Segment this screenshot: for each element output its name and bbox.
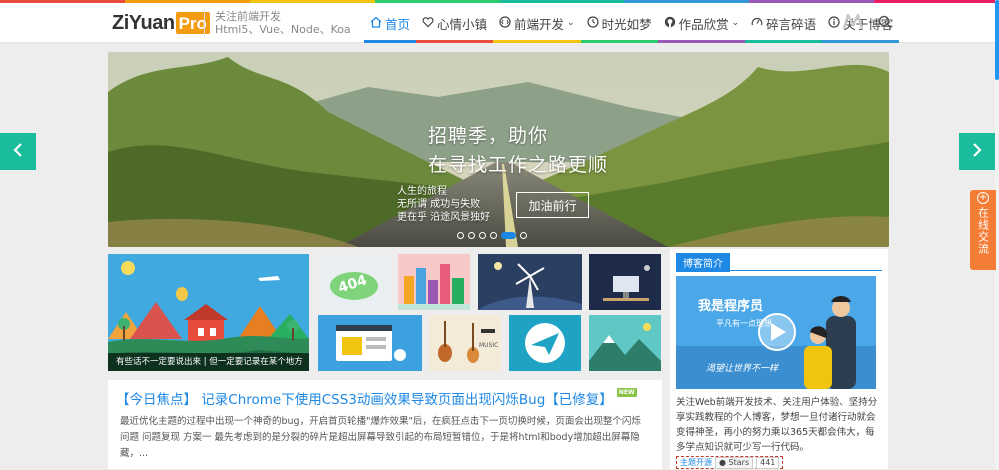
banner-title-line-2: 在寻找工作之路更顺 <box>428 154 609 176</box>
banner-cta-button[interactable]: 加油前行 <box>516 192 589 218</box>
carousel-dot[interactable] <box>501 232 516 239</box>
nav-works[interactable]: 作品欣赏 ⌄ <box>657 3 746 43</box>
online-chat-tab[interactable]: + 在线交流 <box>970 190 996 270</box>
feature-caption: 有些话不一定要说出来 | 但一定要记录在某个地方 <box>108 353 309 371</box>
nav-underline <box>493 40 581 43</box>
stars-button[interactable]: ● Stars <box>715 456 754 469</box>
post-title[interactable]: 【今日焦点】 记录Chrome下使用CSS3动画效果导致页面出现闪烁Bug【已修… <box>116 388 637 408</box>
svg-text:MUSIC: MUSIC <box>479 342 498 349</box>
thumb-404[interactable]: 404 <box>318 254 390 310</box>
nav-whisper[interactable]: 碎言碎语 <box>745 3 823 43</box>
code-icon <box>499 15 511 31</box>
hero-carousel[interactable]: 招聘季，助你 在寻找工作之路更顺 人生的旅程 无所谓 成功与失败 更在乎 沿途风… <box>108 52 889 247</box>
plus-icon: + <box>977 192 989 204</box>
carousel-dot[interactable] <box>479 232 486 239</box>
post-excerpt: 最近优化主题的过程中出现一个神奇的bug，开启首页轮播"爆炸效果"后，在疯狂点击… <box>120 416 641 459</box>
heart-icon <box>422 16 434 31</box>
stars-label: Stars <box>728 457 750 467</box>
carousel-dot[interactable] <box>520 232 527 239</box>
gauge-icon <box>751 16 763 31</box>
scrollbar-thumb[interactable] <box>995 0 999 80</box>
nav-label: 碎言碎语 <box>766 16 817 32</box>
nav-underline <box>657 40 746 43</box>
banner-subtitle: 人生的旅程 无所谓 成功与失败 更在乎 沿途风景独好 <box>397 185 490 224</box>
thumb-plane[interactable] <box>509 315 581 371</box>
stars-count: 441 <box>756 456 780 469</box>
slogan-line-1: 关注前端开发 <box>215 10 281 23</box>
widget-divider <box>676 270 882 271</box>
github-icon: ● <box>719 457 726 467</box>
nav-label: 时光如梦 <box>601 16 652 32</box>
carousel-dot[interactable] <box>468 232 475 239</box>
banner-sub-line-2: 无所谓 成功与失败 <box>397 199 481 210</box>
nav-label: 前端开发 <box>514 16 565 32</box>
nav-label: 作品欣赏 <box>678 16 729 32</box>
github-stars-widget[interactable]: 主题开源 ● Stars 441 <box>676 455 784 470</box>
nav-label: 首页 <box>385 16 411 32</box>
carousel-dot[interactable] <box>457 232 464 239</box>
search-icon[interactable] <box>878 14 894 30</box>
site-slogan: 关注前端开发 Html5、Vue、Node、Koa <box>204 10 351 36</box>
home-icon <box>370 16 382 31</box>
thumb-city[interactable] <box>398 254 470 310</box>
nav-underline <box>416 40 494 43</box>
nav-underline <box>364 40 417 43</box>
nav-home[interactable]: 首页 <box>364 3 417 43</box>
thumb-mountains[interactable] <box>589 315 661 371</box>
banner-title: 招聘季，助你 在寻找工作之路更顺 <box>428 122 608 180</box>
nav-time[interactable]: 时光如梦 <box>580 3 658 43</box>
open-source-link[interactable]: 主题开源 <box>680 455 712 470</box>
thumbnail-grid: 404 MUSIC <box>318 254 662 371</box>
nav-underline <box>580 40 658 43</box>
intro-illustration: 我是程序员 平凡有一点理想 渴望让世界不一样 <box>676 276 876 389</box>
banner-sub-line-1: 人生的旅程 <box>397 186 447 197</box>
new-badge: NEW <box>616 388 637 397</box>
carousel-dots <box>457 232 527 239</box>
carousel-next-button[interactable] <box>959 133 995 170</box>
carousel-dot[interactable] <box>490 232 497 239</box>
post-card: 【今日焦点】 记录Chrome下使用CSS3动画效果导致页面出现闪烁Bug【已修… <box>108 380 662 469</box>
header-tools <box>842 11 894 33</box>
info-icon <box>828 15 840 31</box>
chevron-right-icon <box>971 142 983 161</box>
chevron-down-icon: ⌄ <box>567 18 575 28</box>
clock-icon <box>586 15 599 31</box>
nav-mood[interactable]: 心情小镇 <box>416 3 494 43</box>
post-title-text: 【今日焦点】 记录Chrome下使用CSS3动画效果导致页面出现闪烁Bug【已修… <box>116 392 613 408</box>
banner-sub-line-3: 更在乎 沿途风景独好 <box>397 212 491 223</box>
online-chat-label: 在线交流 <box>976 207 990 255</box>
main-nav: 首页 心情小镇 前端开发 ⌄ 时光如梦 作品欣赏 ⌄ 碎言碎语 关于博客 <box>364 3 900 43</box>
logo-text: ZiYuan <box>112 11 175 34</box>
thumb-music[interactable]: MUSIC <box>429 315 501 371</box>
banner-title-line-1: 招聘季，助你 <box>428 125 549 147</box>
github-icon <box>664 16 676 31</box>
blog-intro-widget: 博客简介 我是程序员 平凡有一点理想 渴望让世界不一样 关注Web前端开发技术、… <box>670 249 888 469</box>
site-header: ZiYuan Pro 关注前端开发 Html5、Vue、Node、Koa 首页 … <box>0 3 999 43</box>
intro-video-thumbnail[interactable]: 我是程序员 平凡有一点理想 渴望让世界不一样 <box>676 276 876 389</box>
chevron-left-icon <box>12 142 24 161</box>
chevron-down-icon: ⌄ <box>731 18 740 28</box>
thumb-desk[interactable] <box>589 254 661 310</box>
image-title: 我是程序员 <box>698 298 763 314</box>
slogan-line-2: Html5、Vue、Node、Koa <box>215 23 351 36</box>
nav-underline <box>822 40 900 43</box>
nav-underline <box>745 40 823 43</box>
thumb-browser[interactable] <box>318 315 422 371</box>
nav-frontend[interactable]: 前端开发 ⌄ <box>493 3 581 43</box>
image-slogan: 渴望让世界不一样 <box>706 363 779 374</box>
thumb-windmill[interactable] <box>478 254 582 310</box>
intro-paragraph: 关注Web前端开发技术、关注用户体验、坚持分享实践教程的个人博客，梦想一旦付诸行… <box>676 397 878 453</box>
carousel-prev-button[interactable] <box>0 133 36 170</box>
featured-post-image[interactable]: 有些话不一定要说出来 | 但一定要记录在某个地方 <box>108 254 309 371</box>
intro-text: 关注Web前端开发技术、关注用户体验、坚持分享实践教程的个人博客，梦想一旦付诸行… <box>676 395 884 470</box>
m-logo-icon[interactable] <box>842 11 864 33</box>
nav-label: 心情小镇 <box>437 16 488 32</box>
site-logo[interactable]: ZiYuan Pro <box>112 11 210 35</box>
